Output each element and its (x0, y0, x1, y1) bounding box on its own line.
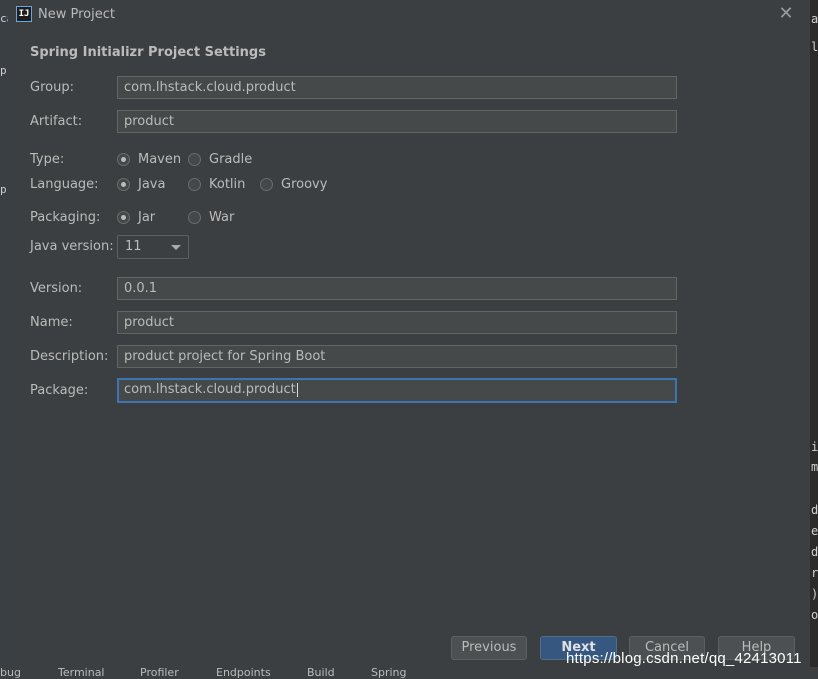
artifact-label: Artifact: (30, 114, 83, 129)
background-text: r (811, 566, 818, 580)
background-text: le (811, 40, 818, 54)
radio-label: Kotlin (209, 177, 246, 192)
radio-label: Java (138, 177, 166, 192)
packaging-radio-war[interactable]: War (188, 210, 234, 225)
radio-unselected-icon (188, 153, 201, 166)
radio-label: Jar (138, 210, 156, 225)
name-input[interactable]: product (117, 311, 677, 334)
group-input[interactable]: com.lhstack.cloud.product (117, 76, 677, 99)
new-project-dialog: IJ New Project ✕ Spring Initializr Proje… (8, 0, 811, 667)
radio-unselected-icon (188, 211, 201, 224)
package-input-value: com.lhstack.cloud.product (124, 382, 296, 397)
radio-label: Gradle (209, 152, 253, 167)
version-input[interactable]: 0.0.1 (117, 277, 677, 300)
description-label: Description: (30, 349, 109, 364)
packaging-radio-jar[interactable]: Jar (117, 210, 155, 225)
radio-label: Groovy (281, 177, 328, 192)
background-text: p (0, 183, 7, 196)
language-radio-java[interactable]: Java (117, 177, 165, 192)
type-label: Type: (30, 152, 65, 167)
tool-tab-profiler[interactable]: Profiler (140, 667, 179, 679)
java-version-select[interactable]: 11 (117, 235, 189, 259)
language-label: Language: (30, 177, 99, 192)
radio-selected-icon (117, 211, 130, 224)
background-text: m (811, 460, 818, 474)
background-text: e (811, 524, 818, 538)
group-label: Group: (30, 80, 74, 95)
radio-label: Maven (138, 152, 182, 167)
package-input[interactable]: com.lhstack.cloud.product (117, 378, 677, 403)
radio-selected-icon (117, 178, 130, 191)
background-text: p (0, 64, 7, 77)
artifact-input[interactable]: product (117, 110, 677, 133)
tool-tab-endpoints[interactable]: Endpoints (216, 667, 271, 679)
language-radio-kotlin[interactable]: Kotlin (188, 177, 245, 192)
background-ide-right-strip: at le i m d e d r ) o (810, 0, 818, 679)
radio-unselected-icon (188, 178, 201, 191)
radio-unselected-icon (260, 178, 273, 191)
tool-tab-terminal[interactable]: Terminal (58, 667, 105, 679)
intellij-app-icon: IJ (16, 6, 32, 22)
background-tool-window-bar: bug Terminal Profiler Endpoints Build Sp… (0, 667, 818, 679)
background-text: ) (811, 587, 818, 601)
name-label: Name: (30, 315, 73, 330)
background-text: at (811, 12, 818, 26)
language-radio-groovy[interactable]: Groovy (260, 177, 327, 192)
watermark-url: https://blog.csdn.net/qq_42413011 (566, 650, 802, 667)
description-input[interactable]: product project for Spring Boot (117, 345, 677, 368)
text-caret (296, 382, 298, 397)
background-text: i (811, 440, 818, 454)
dialog-titlebar[interactable]: IJ New Project ✕ (8, 0, 810, 30)
background-text: o (811, 608, 818, 622)
background-text: d (811, 503, 818, 517)
tool-tab-debug[interactable]: bug (0, 667, 21, 679)
close-icon[interactable]: ✕ (778, 4, 794, 24)
radio-label: War (209, 210, 235, 225)
chevron-down-icon (171, 245, 181, 250)
java-version-value: 11 (125, 239, 142, 254)
radio-selected-icon (117, 153, 130, 166)
type-radio-gradle[interactable]: Gradle (188, 152, 252, 167)
package-label: Package: (30, 383, 89, 398)
java-version-label: Java version: (30, 239, 114, 254)
tool-tab-spring[interactable]: Spring (371, 667, 407, 679)
tool-tab-build[interactable]: Build (307, 667, 335, 679)
previous-button[interactable]: Previous (451, 636, 527, 660)
background-text: d (811, 545, 818, 559)
background-ide-left-strip: ca p p (0, 0, 13, 679)
packaging-label: Packaging: (30, 210, 101, 225)
dialog-title: New Project (38, 7, 115, 22)
version-label: Version: (30, 281, 83, 296)
type-radio-maven[interactable]: Maven (117, 152, 181, 167)
section-title: Spring Initializr Project Settings (30, 45, 266, 60)
